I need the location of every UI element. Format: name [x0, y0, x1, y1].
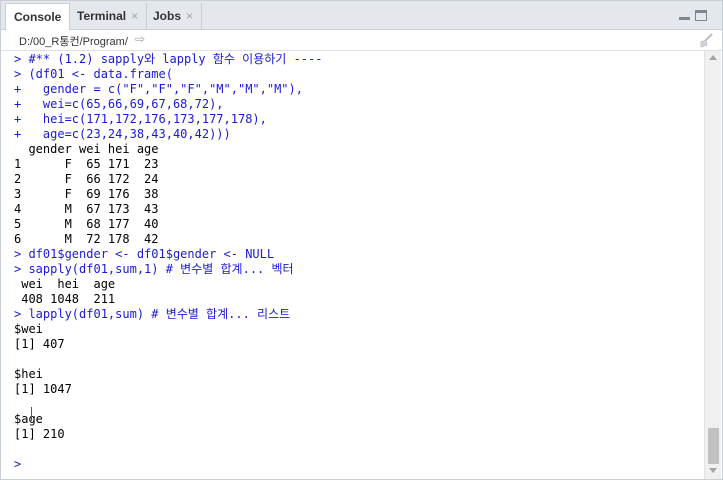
console-output-line: [1] 1047: [14, 382, 72, 396]
tab-terminal-label: Terminal: [77, 9, 127, 23]
scroll-down-icon[interactable]: [709, 468, 717, 473]
console-output-line: 1 F 65 171 23: [14, 157, 159, 171]
console-output-line: wei hei age: [14, 277, 123, 291]
console-output-line: 3 F 69 176 38: [14, 187, 159, 201]
console-output-line: gender wei hei age: [14, 142, 159, 156]
console-output-line: 6 M 72 178 42: [14, 232, 159, 246]
broom-clear-console-icon[interactable]: [698, 32, 714, 48]
console-input-line: + gender = c("F","F","F","M","M","M"),: [14, 82, 303, 96]
console-input-line: > lapply(df01,sum) # 변수별 합계... 리스트: [14, 307, 291, 321]
console-output-line: 2 F 66 172 24: [14, 172, 159, 186]
go-to-directory-icon[interactable]: ⇨: [135, 32, 145, 46]
console-input-line: + hei=c(171,172,176,173,177,178),: [14, 112, 267, 126]
console-pane: Console Terminal × Jobs × D:/00_R통컨/Progra…: [0, 0, 723, 480]
console-output-line: 5 M 68 177 40: [14, 217, 159, 231]
console-input-line: > #** (1.2) sapply와 lapply 함수 이용하기 ----: [14, 52, 323, 66]
scroll-up-icon[interactable]: [709, 55, 717, 60]
tab-console-label: Console: [14, 10, 62, 24]
scrollbar-thumb[interactable]: [708, 428, 719, 464]
minimize-pane-icon[interactable]: [679, 10, 690, 20]
working-directory-bar: D:/00_R통컨/Program/ ⇨: [1, 30, 722, 51]
pane-tab-bar: Console Terminal × Jobs ×: [1, 1, 722, 30]
console-output-line: $wei: [14, 322, 43, 336]
maximize-pane-icon[interactable]: [695, 10, 707, 21]
tab-terminal[interactable]: Terminal ×: [69, 3, 148, 29]
console-output-line: 408 1048 211: [14, 292, 123, 306]
input-caret: [31, 407, 32, 421]
close-terminal-icon[interactable]: ×: [131, 9, 138, 23]
console-output-line: [1] 210: [14, 427, 65, 441]
console-input-line: > (df01 <- data.frame(: [14, 67, 173, 81]
working-directory-path: D:/00_R통컨/Program/: [19, 36, 128, 48]
close-jobs-icon[interactable]: ×: [186, 9, 193, 23]
tab-console[interactable]: Console: [5, 3, 71, 30]
console-output-line: [1] 407: [14, 337, 65, 351]
console-input-line: + wei=c(65,66,69,67,68,72),: [14, 97, 224, 111]
console-output-line: $hei: [14, 367, 43, 381]
console-input-line: > df01$gender <- df01$gender <- NULL: [14, 247, 275, 261]
vertical-scrollbar[interactable]: [704, 51, 721, 479]
console-output-line: 4 M 67 173 43: [14, 202, 159, 216]
console-input-line: + age=c(23,24,38,43,40,42))): [14, 127, 231, 141]
console-input-line: >: [14, 457, 29, 471]
tab-jobs[interactable]: Jobs ×: [145, 3, 203, 29]
console-output-line: $age: [14, 412, 43, 426]
console-output[interactable]: > #** (1.2) sapply와 lapply 함수 이용하기 ---- >…: [1, 51, 704, 479]
console-input-line: > sapply(df01,sum,1) # 변수별 합계... 벡터: [14, 262, 294, 276]
tab-jobs-label: Jobs: [153, 9, 182, 23]
